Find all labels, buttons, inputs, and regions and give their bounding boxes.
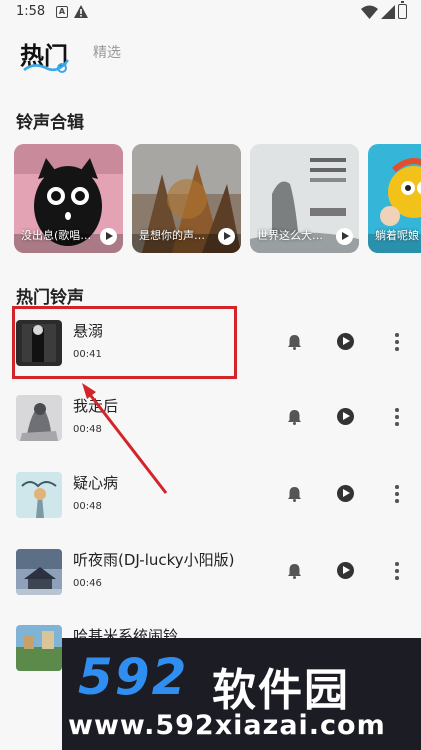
song-cover-image — [16, 472, 62, 518]
bottom-nav-area — [0, 688, 62, 750]
collection-title: 没出息(歌唱… — [21, 229, 92, 242]
collection-title: 躺着呢娘 — [375, 229, 419, 242]
more-options-icon[interactable] — [390, 332, 402, 352]
play-icon[interactable] — [218, 228, 235, 245]
battery-icon — [398, 1, 407, 19]
warning-icon — [74, 5, 88, 18]
notification-a-icon: A — [56, 6, 68, 18]
status-time: 1:58 — [16, 4, 46, 19]
more-options-icon[interactable] — [390, 484, 402, 504]
song-duration: 00:48 — [73, 501, 102, 512]
song-duration: 00:46 — [73, 578, 102, 589]
collections-section-title: 铃声合辑 — [16, 113, 84, 133]
highlight-box — [12, 306, 237, 379]
collection-card[interactable]: 是想你的声… — [132, 144, 241, 253]
collection-title: 是想你的声… — [139, 229, 205, 242]
play-icon[interactable] — [337, 408, 354, 425]
song-cover-image — [16, 395, 62, 441]
bell-icon[interactable] — [287, 486, 302, 502]
song-title: 我走后 — [73, 397, 119, 415]
song-cover-image — [16, 549, 62, 595]
song-cover-image — [16, 625, 62, 671]
song-duration: 00:48 — [73, 424, 102, 435]
collection-card[interactable]: 世界这么大… — [250, 144, 359, 253]
collection-title: 世界这么大… — [257, 229, 323, 242]
wifi-icon — [361, 5, 378, 19]
play-icon[interactable] — [337, 485, 354, 502]
collections-carousel[interactable]: 没出息(歌唱… 是想你的声… 世界这么大… 躺着呢娘 — [14, 144, 421, 254]
play-icon[interactable] — [100, 228, 117, 245]
play-icon[interactable] — [336, 228, 353, 245]
song-title: 疑心病 — [73, 474, 119, 492]
bell-icon[interactable] — [287, 334, 302, 350]
signal-icon — [381, 5, 395, 19]
watermark-logo: 592 — [78, 648, 189, 706]
watermark-banner: 592 软件园 www.592xiazai.com — [62, 638, 421, 750]
more-options-icon[interactable] — [390, 561, 402, 581]
hot-ringtones-section-title: 热门铃声 — [16, 288, 84, 308]
collection-card[interactable]: 躺着呢娘 — [368, 144, 421, 253]
song-title: 听夜雨(DJ-lucky小阳版) — [73, 551, 235, 569]
bell-icon[interactable] — [287, 409, 302, 425]
bell-icon[interactable] — [287, 563, 302, 579]
status-bar: 1:58 A — [0, 0, 421, 26]
more-options-icon[interactable] — [390, 407, 402, 427]
song-row[interactable]: 听夜雨(DJ-lucky小阳版) 00:46 — [0, 543, 421, 603]
play-icon[interactable] — [337, 333, 354, 350]
tab-featured[interactable]: 精选 — [93, 42, 121, 62]
collection-card[interactable]: 没出息(歌唱… — [14, 144, 123, 253]
song-row[interactable]: 我走后 00:48 — [0, 389, 421, 449]
tab-active-indicator-icon — [23, 59, 70, 73]
song-row[interactable]: 疑心病 00:48 — [0, 466, 421, 526]
watermark-url: www.592xiazai.com — [68, 710, 386, 741]
watermark-brand: 软件园 — [212, 665, 350, 716]
play-icon[interactable] — [337, 562, 354, 579]
